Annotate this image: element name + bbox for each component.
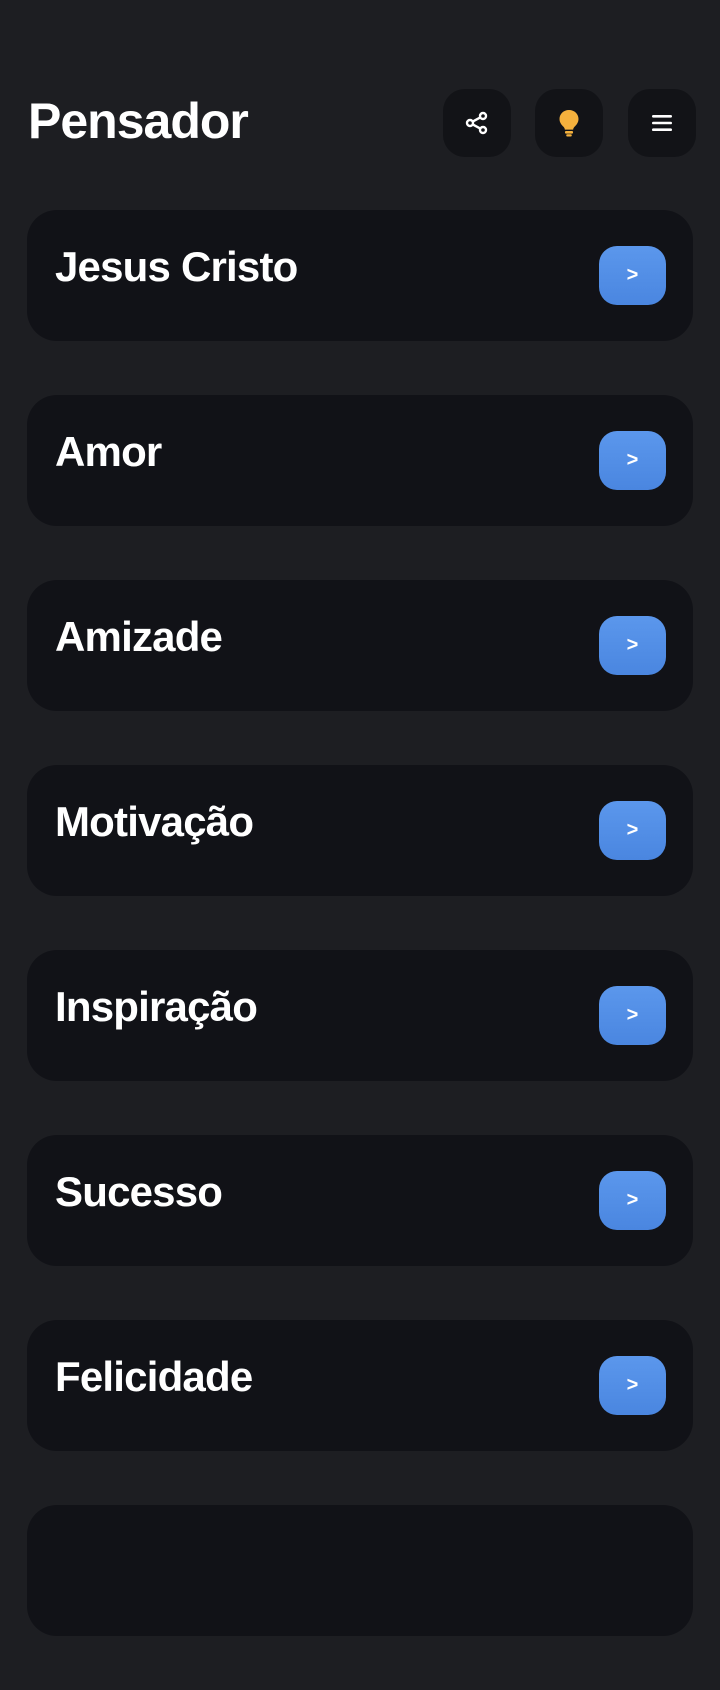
- category-title: Motivação: [55, 798, 254, 845]
- category-card-inspiracao[interactable]: Inspiração >: [27, 950, 693, 1081]
- share-icon: [465, 111, 489, 135]
- category-card-amizade[interactable]: Amizade >: [27, 580, 693, 711]
- open-category-button[interactable]: >: [599, 986, 666, 1045]
- category-card-partial[interactable]: [27, 1505, 693, 1636]
- open-category-button[interactable]: >: [599, 801, 666, 860]
- category-card-felicidade[interactable]: Felicidade >: [27, 1320, 693, 1451]
- share-button[interactable]: [443, 89, 511, 157]
- category-list: Jesus Cristo > Amor > Amizade > Motivaçã…: [27, 210, 693, 1690]
- category-card-amor[interactable]: Amor >: [27, 395, 693, 526]
- category-title: Jesus Cristo: [55, 243, 298, 290]
- open-category-button[interactable]: >: [599, 246, 666, 305]
- open-category-button[interactable]: >: [599, 431, 666, 490]
- category-title: Amizade: [55, 613, 223, 660]
- menu-button[interactable]: [628, 89, 696, 157]
- open-category-button[interactable]: >: [599, 616, 666, 675]
- category-card-motivacao[interactable]: Motivação >: [27, 765, 693, 896]
- category-title: Sucesso: [55, 1168, 223, 1215]
- category-title: Amor: [55, 428, 162, 475]
- app-title: Pensador: [28, 93, 249, 149]
- category-title: Felicidade: [55, 1353, 253, 1400]
- category-card-sucesso[interactable]: Sucesso >: [27, 1135, 693, 1266]
- lightbulb-icon: [558, 109, 580, 137]
- open-category-button[interactable]: >: [599, 1171, 666, 1230]
- app-header: Pensador: [0, 0, 720, 190]
- category-title: Inspiração: [55, 983, 258, 1030]
- open-category-button[interactable]: >: [599, 1356, 666, 1415]
- hamburger-menu-icon: [651, 113, 673, 133]
- tips-button[interactable]: [535, 89, 603, 157]
- category-card-jesus-cristo[interactable]: Jesus Cristo >: [27, 210, 693, 341]
